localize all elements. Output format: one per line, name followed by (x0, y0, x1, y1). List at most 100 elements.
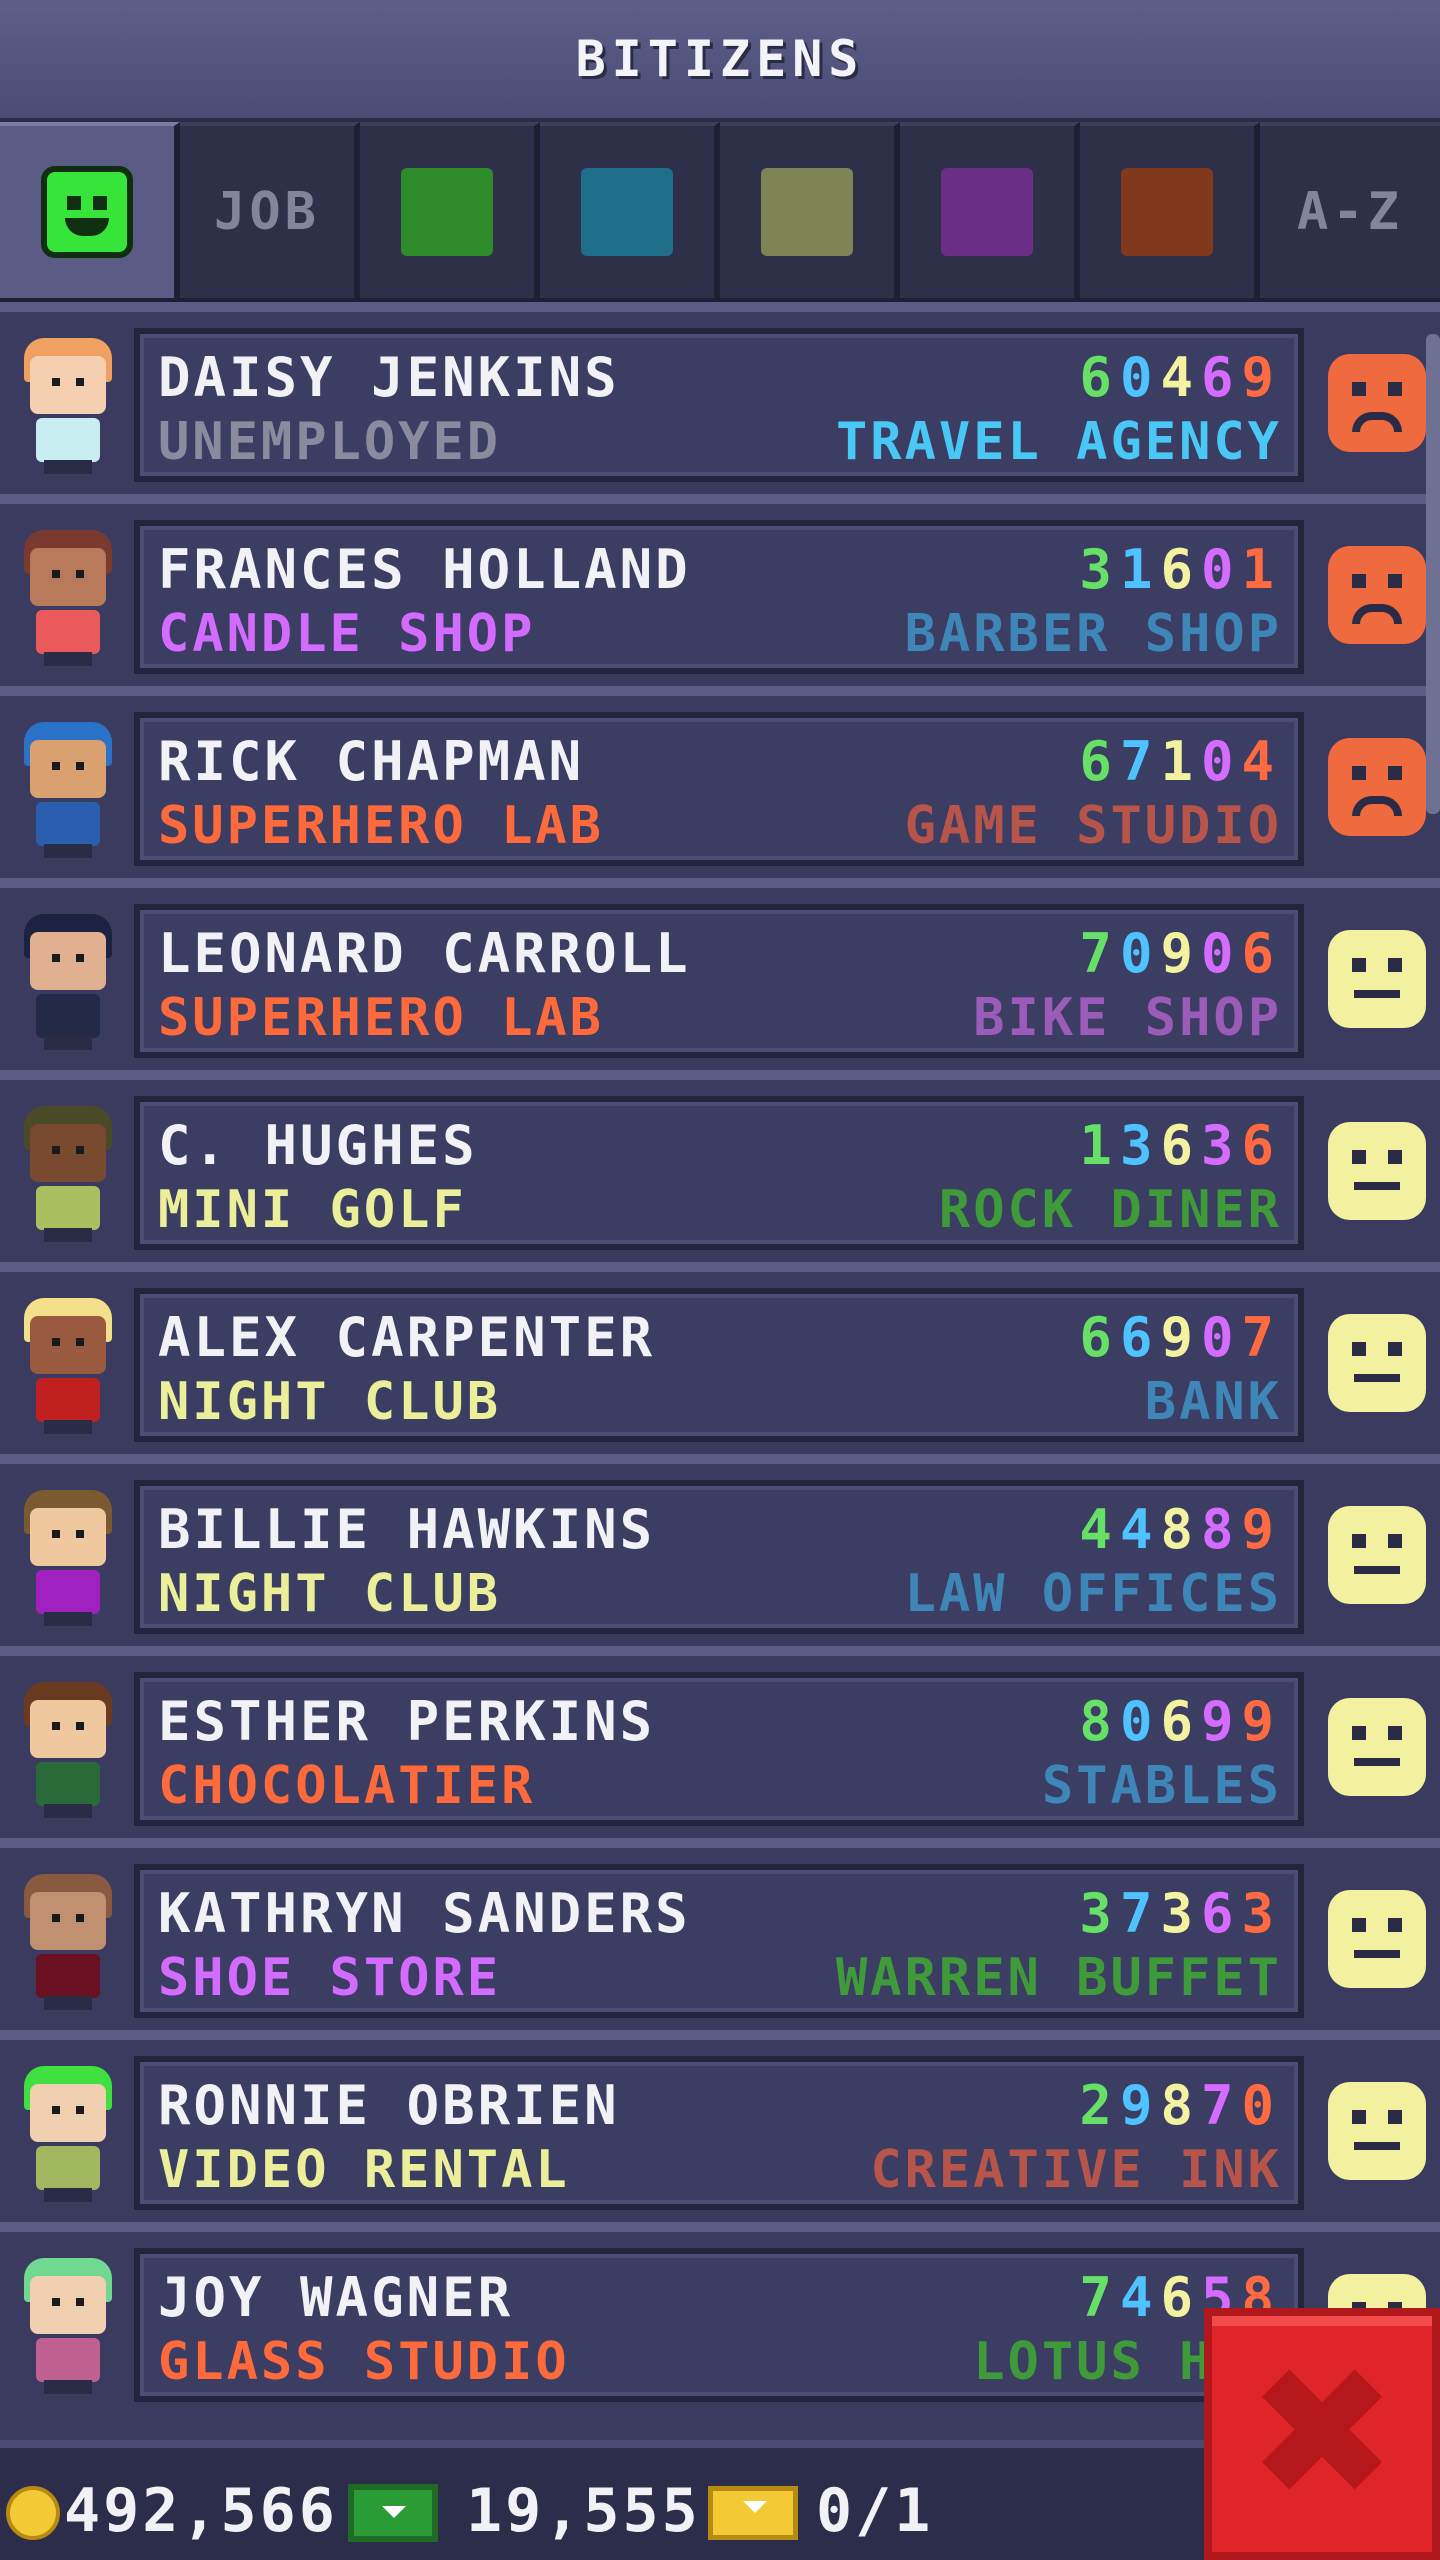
skill-value: 6 (1160, 2266, 1201, 2329)
skill-levels: 80699 (1079, 1690, 1282, 1753)
skill-value: 6 (1200, 346, 1242, 409)
dream-job: ROCK DINER (938, 1180, 1282, 1240)
list-item[interactable]: BILLIE HAWKINS 4 4 8 8 9 NIGHT CLUB LAW OFFICES (0, 1454, 1440, 1644)
skill-levels: 60469 (1079, 346, 1282, 409)
list-item[interactable]: C. HUGHES 1 3 6 3 6 MINI GOLF ROCK DINER (0, 1070, 1440, 1260)
current-job: NIGHT CLUB (158, 1564, 502, 1624)
list-item[interactable]: LEONARD CARROLL 7 0 9 0 6 SUPERHERO LAB BIKE SH… (0, 878, 1440, 1068)
skill-value: 0 (1241, 2074, 1282, 2137)
skill-value: 1 (1160, 730, 1201, 793)
list-item[interactable]: ALEX CARPENTER 6 6 9 0 7 NIGHT CLUB BANK (0, 1262, 1440, 1452)
bitizen-avatar (18, 1106, 118, 1246)
list-item[interactable]: DAISY JENKINS 6 0 4 6 9 UNEMPLOYED TRAVEL AGENC… (0, 302, 1440, 492)
bitizen-avatar (18, 1682, 118, 1822)
current-job: CANDLE SHOP (158, 604, 536, 664)
olive-category-swatch (761, 168, 853, 256)
bitizen-avatar (18, 914, 118, 1054)
current-job: SUPERHERO LAB (158, 988, 604, 1048)
bitizen-avatar (18, 1874, 118, 2014)
tab-job[interactable]: JOB (180, 122, 360, 298)
skill-value: 0 (1119, 346, 1161, 409)
skill-value: 9 (1241, 1690, 1282, 1753)
neutral-face-icon (1328, 1506, 1426, 1604)
neutral-face-icon (1328, 2082, 1426, 2180)
skill-levels: 70906 (1079, 922, 1282, 985)
list-item[interactable]: RONNIE OBRIEN 2 9 8 7 0 VIDEO RENTAL CREATIVE I… (0, 2030, 1440, 2220)
list-item[interactable]: FRANCES HOLLAND 3 1 6 0 1 CANDLE SHOP BARBER SH… (0, 494, 1440, 684)
skill-value: 9 (1200, 1690, 1242, 1753)
skill-value: 6 (1079, 1306, 1120, 1369)
sad-face-icon (1328, 354, 1426, 452)
list-item[interactable]: KATHRYN SANDERS 3 7 3 6 3 SHOE STORE WARREN BUF… (0, 1838, 1440, 2028)
bitizen-card: LEONARD CARROLL 7 0 9 0 6 SUPERHERO LAB BIKE SH… (134, 904, 1304, 1058)
scrollbar[interactable] (1426, 334, 1440, 814)
tab-green-category-swatch[interactable] (360, 122, 540, 298)
current-job: VIDEO RENTAL (158, 2140, 570, 2200)
skill-value: 6 (1079, 730, 1120, 793)
skill-value: 0 (1119, 1690, 1161, 1753)
list-item[interactable]: ESTHER PERKINS 8 0 6 9 9 CHOCOLATIER STABLES (0, 1646, 1440, 1836)
current-job: SHOE STORE (158, 1948, 502, 2008)
skill-value: 6 (1119, 1306, 1161, 1369)
blue-category-swatch (581, 168, 673, 256)
skill-value: 9 (1160, 922, 1201, 985)
skill-value: 6 (1079, 346, 1120, 409)
skill-levels: 29870 (1079, 2074, 1282, 2137)
skill-value: 6 (1241, 922, 1282, 985)
bitizen-avatar (18, 1490, 118, 1630)
skill-value: 6 (1241, 1114, 1282, 1177)
tab-olive-category-swatch[interactable] (720, 122, 900, 298)
ticket-count: 0/1 (816, 2476, 934, 2546)
bitizen-avatar (18, 722, 118, 862)
title-bar: BITIZENS (0, 0, 1440, 122)
skill-value: 3 (1241, 1882, 1282, 1945)
skill-value: 7 (1200, 2074, 1242, 2137)
skill-value: 6 (1160, 1690, 1201, 1753)
list-item[interactable]: RICK CHAPMAN 6 7 1 0 4 SUPERHERO LAB GAME STUDI… (0, 686, 1440, 876)
skill-value: 4 (1119, 1498, 1161, 1561)
skill-value: 8 (1160, 2074, 1201, 2137)
tab-az[interactable]: A-Z (1260, 122, 1440, 298)
close-icon: ✖ (1246, 2329, 1398, 2538)
tab-purple-category-swatch[interactable] (900, 122, 1080, 298)
skill-value: 6 (1160, 1114, 1201, 1177)
dream-job: WARREN BUFFET (836, 1948, 1282, 2008)
current-job: NIGHT CLUB (158, 1372, 502, 1432)
skill-value: 4 (1160, 346, 1201, 409)
tab-blue-category-swatch[interactable] (540, 122, 720, 298)
dream-job: BIKE SHOP (973, 988, 1282, 1048)
skill-value: 6 (1160, 538, 1201, 601)
skill-value: 7 (1119, 1882, 1161, 1945)
bitizen-name: C. HUGHES (158, 1114, 478, 1177)
bux-count: 19,555 (466, 2476, 701, 2546)
dream-job: BANK (1144, 1372, 1282, 1432)
bitizen-avatar (18, 338, 118, 478)
skill-value: 7 (1241, 1306, 1282, 1369)
skill-value: 1 (1241, 538, 1282, 601)
close-button[interactable]: ✖ (1204, 2308, 1440, 2560)
dream-job: LAW OFFICES (904, 1564, 1282, 1624)
bitizen-name: FRANCES HOLLAND (158, 538, 691, 601)
skill-value: 4 (1079, 1498, 1120, 1561)
current-job: GLASS STUDIO (158, 2332, 570, 2392)
bitizen-name: ESTHER PERKINS (158, 1690, 656, 1753)
skill-value: 0 (1200, 730, 1242, 793)
green-category-swatch (401, 168, 493, 256)
skill-value: 7 (1119, 730, 1161, 793)
sad-face-icon (1328, 546, 1426, 644)
skill-value: 2 (1079, 2074, 1120, 2137)
skill-value: 6 (1200, 1882, 1242, 1945)
skill-levels: 67104 (1079, 730, 1282, 793)
skill-value: 9 (1241, 1498, 1282, 1561)
skill-value: 7 (1079, 2266, 1120, 2329)
bux-icon (348, 2484, 438, 2542)
tab-happy-face-icon[interactable] (0, 122, 180, 298)
neutral-face-icon (1328, 1314, 1426, 1412)
bitizen-card: JOY WAGNER 7 4 6 5 8 GLASS STUDIO LOTUS HOU (134, 2248, 1304, 2402)
dream-job: TRAVEL AGENCY (836, 412, 1282, 472)
skill-value: 9 (1119, 2074, 1161, 2137)
skill-value: 3 (1200, 1114, 1242, 1177)
bitizen-card: RONNIE OBRIEN 2 9 8 7 0 VIDEO RENTAL CREATIVE I… (134, 2056, 1304, 2210)
dream-job: GAME STUDIO (904, 796, 1282, 856)
tab-brown-category-swatch[interactable] (1080, 122, 1260, 298)
